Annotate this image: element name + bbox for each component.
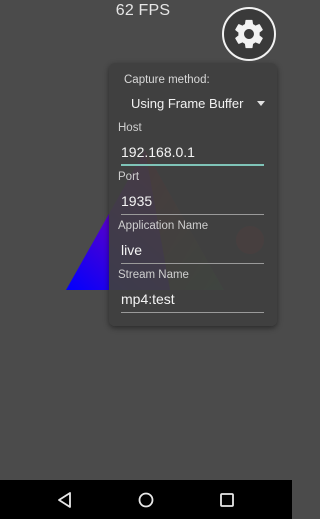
host-label: Host — [118, 122, 142, 134]
capture-method-label: Capture method: — [124, 74, 210, 86]
stream-name-underline — [121, 312, 264, 313]
capture-method-dropdown[interactable]: Using Frame Buffer — [129, 94, 269, 114]
host-underline — [121, 164, 264, 166]
application-name-underline — [121, 263, 264, 264]
port-field: Port — [118, 171, 265, 217]
back-button[interactable] — [54, 489, 76, 511]
stream-name-label: Stream Name — [118, 269, 189, 281]
host-input[interactable] — [121, 141, 263, 163]
port-input[interactable] — [121, 190, 263, 212]
settings-button[interactable] — [222, 7, 276, 61]
settings-panel: Capture method: Using Frame Buffer Host … — [109, 63, 277, 326]
stream-name-input[interactable] — [121, 288, 263, 310]
caret-down-icon — [257, 101, 265, 106]
recents-square-icon — [220, 493, 234, 507]
recents-button[interactable] — [216, 489, 238, 511]
application-name-label: Application Name — [118, 220, 209, 232]
application-name-input[interactable] — [121, 239, 263, 261]
gear-icon — [235, 19, 263, 49]
application-name-field: Application Name — [118, 220, 265, 266]
back-triangle-icon — [58, 492, 71, 508]
port-label: Port — [118, 171, 140, 183]
port-underline — [121, 214, 264, 215]
home-button[interactable] — [135, 489, 157, 511]
host-field: Host — [118, 122, 265, 168]
capture-method-value: Using Frame Buffer — [131, 96, 244, 111]
stream-name-field: Stream Name — [118, 269, 265, 315]
navigation-bar — [0, 480, 292, 519]
home-circle-icon — [138, 492, 154, 508]
